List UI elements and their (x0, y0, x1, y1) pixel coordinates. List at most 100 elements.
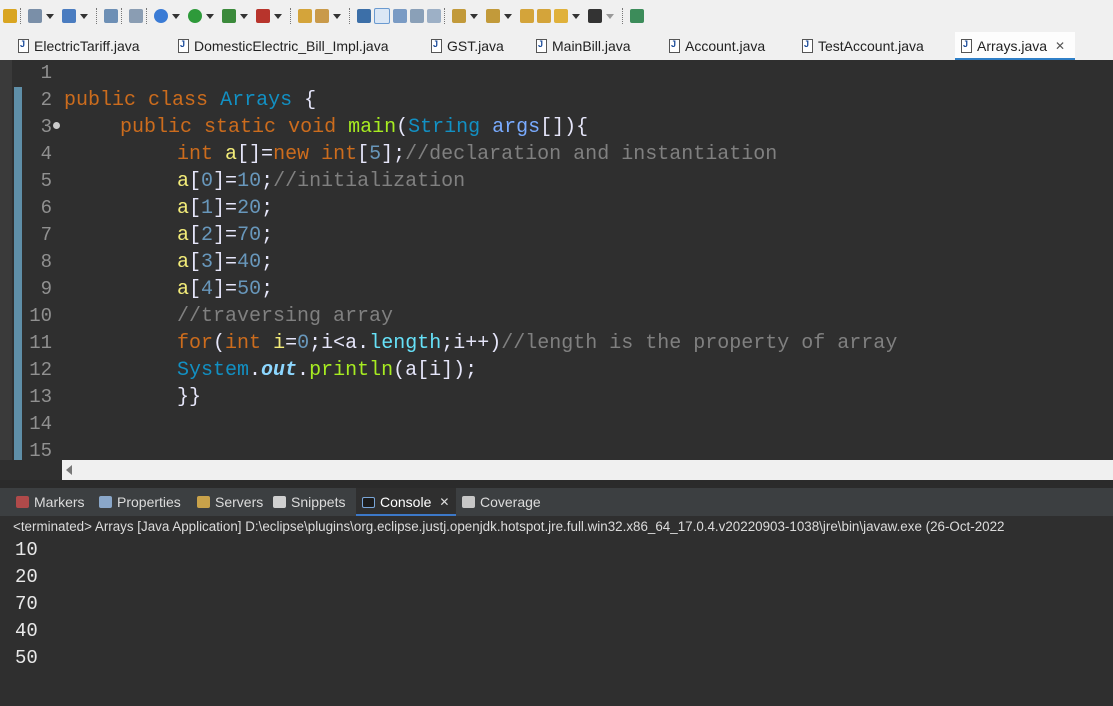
chevron-down-icon[interactable] (572, 13, 580, 19)
line-number: 12 (29, 359, 52, 381)
prev-annotation-icon[interactable] (486, 9, 500, 23)
keyword: public (64, 89, 137, 112)
open-type-icon[interactable] (357, 9, 371, 23)
next-annotation-icon[interactable] (452, 9, 466, 23)
pilcrow-icon[interactable] (427, 9, 441, 23)
chevron-down-icon[interactable] (274, 13, 282, 19)
tab-arrays[interactable]: Arrays.java ✕ (955, 32, 1075, 60)
chevron-down-icon[interactable] (46, 13, 54, 19)
chevron-down-icon[interactable] (172, 13, 180, 19)
last-edit-icon[interactable] (520, 9, 534, 23)
console-output-line: 10 (15, 539, 38, 561)
tab-properties[interactable]: Properties (99, 488, 191, 516)
tab-domesticelectric-bill-impl[interactable]: DomesticElectric_Bill_Impl.java (178, 32, 413, 60)
tab-label: Properties (117, 494, 181, 510)
toolbar-separator (20, 8, 22, 24)
punctuation: < (333, 332, 346, 355)
pencil-icon[interactable] (315, 9, 329, 23)
toggle-icon[interactable] (3, 9, 17, 23)
tab-mainbill[interactable]: MainBill.java (536, 32, 656, 60)
line-number: 8 (40, 251, 52, 273)
web-service-icon[interactable] (129, 9, 143, 23)
punctuation: [ (189, 224, 202, 247)
keyword: int (321, 143, 358, 166)
horizontal-scrollbar[interactable] (62, 460, 1113, 480)
keyword: int (225, 332, 262, 355)
variable: i (273, 332, 286, 355)
back-icon[interactable] (554, 9, 568, 23)
line-number: 13 (29, 386, 52, 408)
number-literal: 40 (237, 251, 262, 274)
close-icon[interactable]: ✕ (1055, 39, 1065, 53)
tab-testaccount[interactable]: TestAccount.java (802, 32, 942, 60)
block-select-icon[interactable] (410, 9, 424, 23)
toolbar-separator (622, 8, 624, 24)
toggle-mark-icon[interactable] (393, 9, 407, 23)
number-literal: 0 (297, 332, 310, 355)
line-number: 6 (40, 197, 52, 219)
chevron-down-icon[interactable] (606, 13, 614, 19)
tab-coverage[interactable]: Coverage (462, 488, 552, 516)
tab-label: Console (380, 494, 432, 510)
tab-label: Markers (34, 494, 85, 510)
chevron-down-icon[interactable] (80, 13, 88, 19)
properties-icon (99, 496, 112, 508)
tab-label: TestAccount.java (818, 38, 924, 54)
chevron-down-icon[interactable] (240, 13, 248, 19)
tab-account[interactable]: Account.java (669, 32, 784, 60)
debug-icon[interactable] (154, 9, 168, 23)
run-icon[interactable] (188, 9, 202, 23)
toolbar-separator (146, 8, 148, 24)
last-edit-forward-icon[interactable] (537, 9, 551, 23)
pin-editor-icon[interactable] (630, 9, 644, 23)
number-literal: 20 (237, 197, 262, 220)
punctuation: [ (189, 170, 202, 193)
publish-icon[interactable] (62, 9, 76, 23)
new-icon[interactable] (28, 9, 42, 23)
number-literal: 4 (201, 278, 214, 301)
chevron-down-icon[interactable] (470, 13, 478, 19)
open-folder-icon[interactable] (298, 9, 312, 23)
console-output-area[interactable] (0, 537, 1113, 706)
punctuation: ; (261, 170, 274, 193)
line-number: 1 (40, 62, 52, 84)
server-icon[interactable] (104, 9, 118, 23)
java-file-icon (961, 39, 972, 53)
tab-label: Account.java (685, 38, 766, 54)
punctuation: ( (213, 332, 226, 355)
number-literal: 50 (237, 278, 262, 301)
console-output-line: 40 (15, 620, 38, 642)
scroll-left-icon[interactable] (66, 465, 72, 475)
tab-servers[interactable]: Servers (197, 488, 269, 516)
line-number: 14 (29, 413, 52, 435)
highlight-icon[interactable] (374, 8, 390, 24)
chevron-down-icon[interactable] (206, 13, 214, 19)
comment: //length is the property of array (501, 332, 898, 355)
number-literal: 3 (201, 251, 214, 274)
keyword: int (177, 143, 214, 166)
toolbar-separator (349, 8, 351, 24)
tab-label: Servers (215, 494, 264, 510)
close-icon[interactable]: ✕ (439, 495, 449, 509)
variable: i (429, 359, 442, 382)
tab-snippets[interactable]: Snippets (273, 488, 353, 516)
closing-braces: }} (177, 386, 202, 409)
code-line-13: }} (177, 384, 201, 411)
tab-electrictariff[interactable]: ElectricTariff.java (18, 32, 158, 60)
panel-splitter[interactable] (0, 480, 1113, 488)
servers-icon (197, 496, 210, 508)
tab-label: Coverage (480, 494, 541, 510)
punctuation: = (285, 332, 298, 355)
chevron-down-icon[interactable] (333, 13, 341, 19)
external-tools-icon[interactable] (256, 9, 270, 23)
forward-icon[interactable] (588, 9, 602, 23)
fold-marker-icon[interactable] (53, 122, 60, 129)
code-line-8: a[3]=40; (177, 249, 273, 276)
tab-label: Arrays.java (977, 38, 1048, 54)
coverage-icon[interactable] (222, 9, 236, 23)
chevron-down-icon[interactable] (504, 13, 512, 19)
tab-markers[interactable]: Markers (16, 488, 94, 516)
tab-gst[interactable]: GST.java (431, 32, 521, 60)
tab-console[interactable]: Console ✕ (356, 488, 456, 516)
method-name: println (309, 359, 394, 382)
